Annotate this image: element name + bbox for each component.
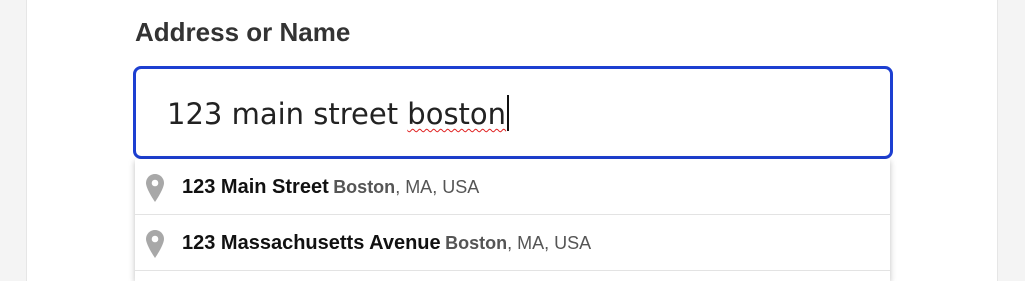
suggestion-main-text: 123 Main Street [182,176,329,198]
address-field-label: Address or Name [135,17,351,47]
input-text-misspelled: boston [407,97,507,131]
suggestion-region: , MA, USA [507,233,592,253]
input-text-plain: 123 main street [167,97,408,131]
suggestion-main-text: 123 Massachusetts Avenue [182,232,441,254]
suggestion-region: , MA, USA [395,177,480,197]
autocomplete-suggestion[interactable]: 123 Main Street Boston, MA, USA [135,159,890,215]
autocomplete-suggestion[interactable]: 123 Massachusetts Avenue Boston, MA, USA [135,215,890,271]
suggestion-text: 123 Massachusetts Avenue Boston, MA, USA [182,231,591,257]
suggestion-city: Boston [445,233,508,253]
text-caret [507,95,510,131]
map-pin-icon [146,174,164,202]
suggestion-city: Boston [333,177,396,197]
address-input-value[interactable]: 123 main street boston [167,95,510,133]
autocomplete-dropdown: 123 Main Street Boston, MA, USA 123 Mass… [135,159,890,281]
map-pin-icon [146,230,164,258]
suggestion-text: 123 Main Street Boston, MA, USA [182,175,479,201]
address-search-input[interactable]: 123 main street boston [133,66,893,159]
